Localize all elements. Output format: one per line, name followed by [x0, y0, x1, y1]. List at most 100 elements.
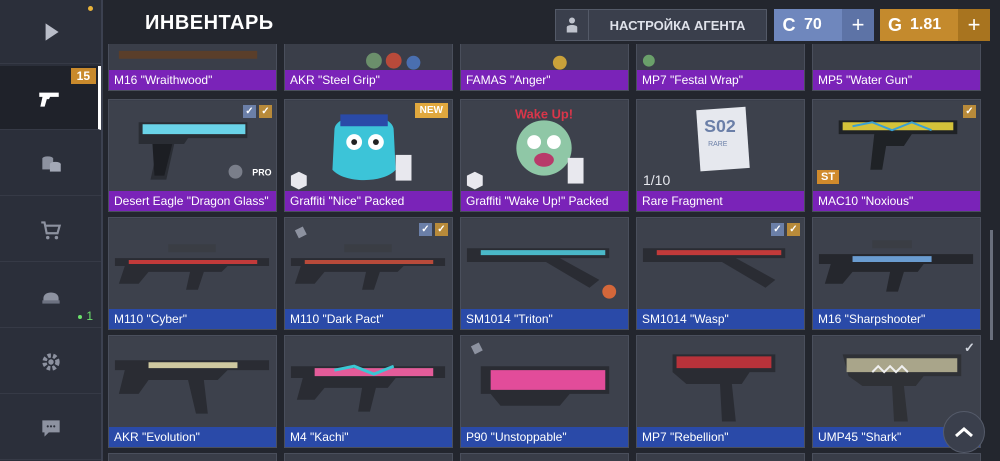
item-name: M110 "Cyber": [109, 309, 276, 329]
item-name: SM1014 "Triton": [461, 309, 628, 329]
agent-icon: [556, 10, 589, 40]
notification-dot: [88, 6, 93, 11]
inventory-item[interactable]: [108, 453, 277, 461]
helmet-icon: [41, 291, 60, 304]
coins-icon: [41, 155, 61, 172]
weapon-image: [285, 336, 452, 429]
sidebar-item-inventory[interactable]: 15: [0, 66, 101, 130]
weapon-image: [461, 218, 628, 311]
inventory-item[interactable]: S02 RARE 1/10 Rare Fragment: [636, 99, 805, 212]
scrollbar[interactable]: [990, 230, 993, 340]
check-icon: ✓: [259, 105, 272, 118]
agent-settings-button[interactable]: НАСТРОЙКА АГЕНТА: [555, 9, 767, 41]
weapon-image: [285, 44, 452, 72]
sidebar-item-play[interactable]: [0, 0, 101, 64]
inventory-item[interactable]: SM1014 "Triton": [460, 217, 629, 330]
fragment-count: 1/10: [643, 172, 671, 188]
item-name: Graffiti "Nice" Packed: [285, 191, 452, 211]
inventory-badge: 15: [70, 68, 96, 84]
inventory-item[interactable]: FAMAS "Anger": [460, 44, 629, 91]
item-name: MP7 "Rebellion": [637, 427, 804, 447]
inventory-item[interactable]: ✓ ✓ M110 "Dark Pact": [284, 217, 453, 330]
item-flags: ✓ ✓: [243, 105, 272, 118]
item-name: P90 "Unstoppable": [461, 427, 628, 447]
weapon-image: [109, 218, 276, 311]
item-name: SM1014 "Wasp": [637, 309, 804, 329]
weapon-image: [461, 336, 628, 429]
add-gold-button[interactable]: +: [958, 9, 990, 41]
item-name: MP5 "Water Gun": [813, 70, 980, 90]
cart-icon: [40, 220, 61, 239]
silver-amount: 70: [804, 16, 822, 33]
inventory-item[interactable]: M4 "Kachi": [284, 335, 453, 448]
inventory-item[interactable]: MP7 "Rebellion": [636, 335, 805, 448]
inventory-item[interactable]: M16 "Sharpshooter": [812, 217, 981, 330]
sidebar-item-settings[interactable]: [0, 330, 101, 394]
inventory-item[interactable]: AKR "Evolution": [108, 335, 277, 448]
scroll-to-top-button[interactable]: [943, 411, 985, 453]
weapon-image: [813, 218, 980, 311]
inventory-item[interactable]: [636, 453, 805, 461]
weapon-image: [461, 44, 628, 72]
sidebar-item-shop[interactable]: [0, 198, 101, 262]
silver-coin-icon: C: [782, 14, 796, 35]
sticker-label: PRO: [252, 168, 271, 178]
check-icon: ✓: [771, 223, 784, 236]
item-name: Rare Fragment: [637, 191, 804, 211]
inventory-item[interactable]: MP5 "Water Gun": [812, 44, 981, 91]
item-name: M4 "Kachi": [285, 427, 452, 447]
header: ИНВЕНТАРЬ НАСТРОЙКА АГЕНТА C 70 + G 1.81…: [103, 0, 1000, 50]
check-icon: ✓: [787, 223, 800, 236]
inventory-item[interactable]: MP7 "Festal Wrap": [636, 44, 805, 91]
inventory-item[interactable]: ✓ ST MAC10 "Noxious": [812, 99, 981, 212]
inventory-item[interactable]: [812, 453, 981, 461]
item-name: AKR "Evolution": [109, 427, 276, 447]
gold-amount: 1.81: [910, 16, 942, 33]
item-name: Desert Eagle "Dragon Glass": [109, 191, 276, 211]
weapon-image: [109, 44, 276, 72]
gear-icon: [41, 352, 60, 371]
check-icon: ✓: [419, 223, 432, 236]
sidebar-item-clan[interactable]: 1: [0, 264, 101, 328]
inventory-grid: M16 "Wraithwood" AKR "Steel Grip" FAMAS …: [106, 44, 988, 461]
fragment-code: S02: [704, 116, 736, 136]
gold-coin-icon: G: [887, 14, 902, 35]
item-name: Graffiti "Wake Up!" Packed: [461, 191, 628, 211]
chevron-up-icon: [955, 427, 973, 438]
agent-settings-label: НАСТРОЙКА АГЕНТА: [609, 17, 746, 33]
inventory-item[interactable]: P90 "Unstoppable": [460, 335, 629, 448]
silver-currency: C 70 +: [774, 9, 874, 41]
check-icon: ✓: [243, 105, 256, 118]
inventory-item[interactable]: [284, 453, 453, 461]
weapon-image: [637, 336, 804, 429]
inventory-item[interactable]: ✓ ✓ SM1014 "Wasp": [636, 217, 805, 330]
item-name: MAC10 "Noxious": [813, 191, 980, 211]
inventory-item[interactable]: PRO ✓ ✓ Desert Eagle "Dragon Glass": [108, 99, 277, 212]
page-title: ИНВЕНТАРЬ: [145, 12, 274, 34]
new-badge: NEW: [414, 103, 448, 118]
item-name: FAMAS "Anger": [461, 70, 628, 90]
stattrak-badge: ST: [817, 170, 840, 184]
inventory-item[interactable]: M16 "Wraithwood": [108, 44, 277, 91]
item-flags: ✓: [963, 105, 976, 118]
sidebar: 15 1: [0, 0, 103, 461]
inventory-item[interactable]: AKR "Steel Grip": [284, 44, 453, 91]
pistol-icon: [39, 92, 59, 107]
add-silver-button[interactable]: +: [842, 9, 874, 41]
item-name: AKR "Steel Grip": [285, 70, 452, 90]
item-name: MP7 "Festal Wrap": [637, 70, 804, 90]
online-count: 1: [78, 309, 93, 323]
graffiti-image: Wake Up!: [461, 100, 628, 193]
weapon-image: [637, 44, 804, 72]
inventory-item[interactable]: [460, 453, 629, 461]
item-flags: ✓: [963, 340, 976, 355]
inventory-item[interactable]: NEW Graffiti "Nice" Packed: [284, 99, 453, 212]
sidebar-item-chat[interactable]: [0, 396, 101, 460]
play-icon: [45, 22, 59, 41]
item-name: M110 "Dark Pact": [285, 309, 452, 329]
item-flags: ✓ ✓: [771, 223, 800, 236]
sidebar-item-cases[interactable]: [0, 132, 101, 196]
inventory-item[interactable]: Wake Up! Graffiti "Wake Up!" Packed: [460, 99, 629, 212]
weapon-image: [813, 44, 980, 72]
inventory-item[interactable]: M110 "Cyber": [108, 217, 277, 330]
